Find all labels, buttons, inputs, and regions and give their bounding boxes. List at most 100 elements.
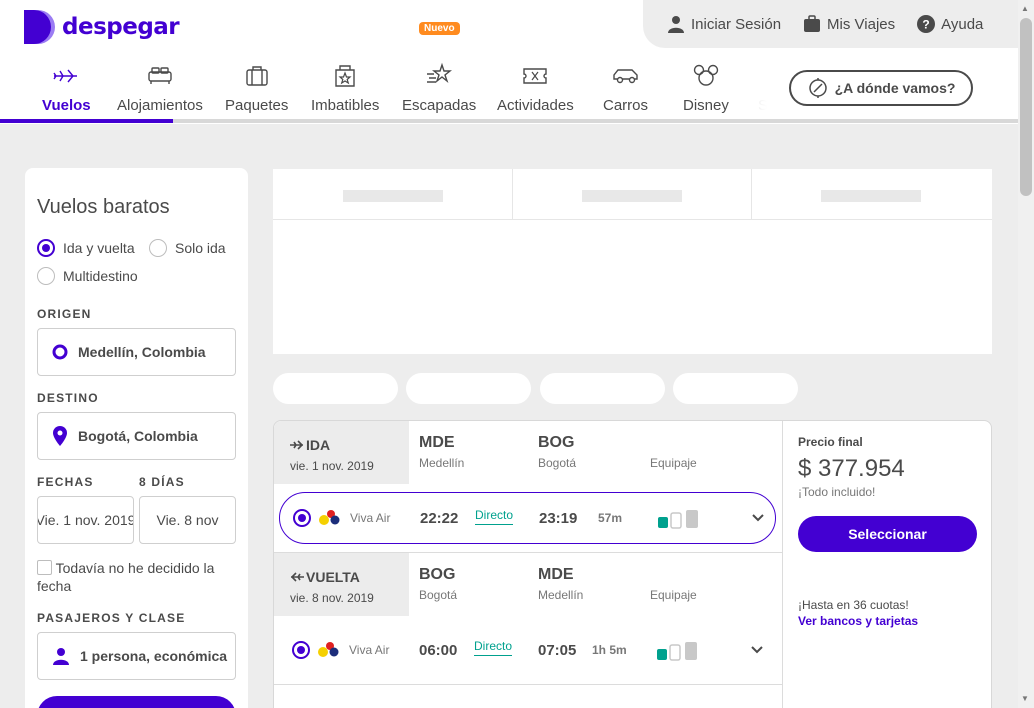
nav-label: Actividades: [497, 97, 574, 114]
banks-link[interactable]: Ver bancos y tarjetas: [798, 614, 991, 628]
search-title: Vuelos baratos: [37, 196, 170, 218]
undecided-checkbox[interactable]: [37, 560, 52, 575]
tag-icon: [335, 65, 355, 87]
trip-type-label: Ida y vuelta: [63, 240, 135, 256]
inbound-title: VUELTA: [306, 569, 360, 585]
nav-active-indicator: [0, 119, 173, 123]
destination-field[interactable]: Bogotá, Colombia: [37, 412, 236, 460]
price-label: Precio final: [798, 435, 863, 449]
search-panel: Vuelos baratos Ida y vuelta Solo ida Mul…: [25, 168, 248, 708]
nav-label: Alojamientos: [117, 97, 203, 114]
chevron-down-icon[interactable]: [751, 646, 763, 654]
placeholder-tab: [513, 169, 752, 220]
my-trips-label: Mis Viajes: [827, 15, 896, 33]
svg-text:?: ?: [922, 18, 929, 32]
nav-item-alojamientos[interactable]: Alojamientos: [117, 60, 203, 114]
outbound-header: IDA vie. 1 nov. 2019: [274, 421, 409, 484]
undecided-row[interactable]: Todavía no he decidido la fecha: [37, 559, 237, 595]
plane-icon: [53, 69, 78, 83]
nav-item-imbatibles[interactable]: Imbatibles: [311, 60, 379, 114]
nav-item-actividades[interactable]: Actividades: [497, 60, 574, 114]
my-trips-link[interactable]: Mis Viajes: [803, 15, 895, 33]
price-value: $ 377.954: [798, 455, 905, 482]
date-from-field[interactable]: Vie. 1 nov. 2019: [37, 496, 134, 544]
date-to-value: Vie. 8 nov: [156, 512, 219, 528]
outbound-from-city: Medellín: [419, 456, 465, 470]
loading-placeholder-card: [273, 169, 992, 354]
placeholder-filter-pill: [673, 373, 798, 404]
inbound-baggage-label: Equipaje: [650, 588, 697, 602]
baggage-icons: [657, 642, 697, 661]
nav-item-vuelos[interactable]: Vuelos: [42, 60, 91, 114]
destination-value: Bogotá, Colombia: [78, 428, 198, 444]
placeholder-tab: [752, 169, 992, 220]
radio-selected[interactable]: [37, 239, 55, 257]
scroll-up-arrow-icon[interactable]: ▲: [1021, 4, 1029, 13]
select-button[interactable]: Seleccionar: [798, 516, 977, 552]
brand-name: despegar: [62, 14, 180, 40]
where-to-button[interactable]: ¿A dónde vamos?: [789, 70, 973, 106]
days-label: 8 DÍAS: [139, 475, 185, 489]
airline-logo-icon: [319, 510, 340, 525]
radio[interactable]: [149, 239, 167, 257]
date-from-value: Vie. 1 nov. 2019: [37, 512, 134, 528]
help-link[interactable]: ? Ayuda: [917, 15, 983, 33]
nav-item-escapadas[interactable]: Escapadas: [402, 60, 476, 114]
inbound-from-city: Bogotá: [419, 588, 458, 602]
new-badge: Nuevo: [419, 22, 460, 35]
nav-item-paquetes[interactable]: Paquetes: [225, 60, 288, 114]
where-to-label: ¿A dónde vamos?: [834, 80, 956, 96]
trip-type-multi[interactable]: Multidestino: [37, 267, 138, 285]
airline-logo-icon: [318, 642, 339, 657]
nav-item-disney[interactable]: Disney: [683, 60, 729, 114]
scroll-down-arrow-icon[interactable]: ▼: [1021, 694, 1029, 703]
inbound-header: VUELTA vie. 8 nov. 2019: [274, 553, 409, 616]
trip-type-oneway[interactable]: Solo ida: [149, 239, 226, 257]
flight-radio-selected[interactable]: [293, 509, 311, 527]
origin-label: ORIGEN: [37, 307, 92, 321]
origin-circle-icon: [52, 344, 68, 360]
trip-type-label: Multidestino: [63, 268, 138, 284]
luggage-icon: [804, 15, 821, 32]
inbound-to-city: Medellín: [538, 588, 584, 602]
flight-result-card: IDA vie. 1 nov. 2019 MDE Medellín BOG Bo…: [273, 420, 992, 708]
nav-label: Carros: [603, 97, 649, 114]
flight-duration: 1h 5m: [592, 643, 627, 657]
outbound-date: vie. 1 nov. 2019: [290, 459, 374, 473]
return-plane-icon: [290, 572, 304, 582]
airline-name: Viva Air: [350, 511, 391, 525]
passengers-field[interactable]: 1 persona, económica: [37, 632, 236, 680]
nav-item-carros[interactable]: Carros: [603, 60, 648, 114]
trip-type-roundtrip[interactable]: Ida y vuelta: [37, 239, 135, 257]
flight-type: Directo: [475, 508, 514, 525]
chevron-down-icon[interactable]: [752, 514, 764, 522]
search-button[interactable]: [37, 696, 236, 708]
trip-type-label: Solo ida: [175, 240, 226, 256]
installments-text: ¡Hasta en 36 cuotas!: [798, 598, 909, 612]
flight-type: Directo: [474, 639, 513, 656]
scrollbar-thumb[interactable]: [1020, 18, 1032, 196]
arrival-time: 07:05: [538, 641, 577, 659]
help-label: Ayuda: [941, 15, 984, 33]
price-panel: Precio final $ 377.954 ¡Todo incluido! S…: [782, 421, 991, 708]
placeholder-bar: [821, 190, 921, 202]
ticket-icon: [523, 68, 548, 84]
user-icon: [668, 16, 684, 33]
mickey-icon: [693, 64, 719, 86]
dates-label: FECHAS: [37, 475, 94, 489]
outbound-flight-option[interactable]: Viva Air 22:22 Directo 23:19 57m: [279, 492, 776, 544]
origin-field[interactable]: Medellín, Colombia: [37, 328, 236, 376]
date-to-field[interactable]: Vie. 8 nov: [139, 496, 236, 544]
radio[interactable]: [37, 267, 55, 285]
destination-label: DESTINO: [37, 391, 99, 405]
inbound-flight-option[interactable]: Viva Air 06:00 Directo 07:05 1h 5m: [279, 624, 776, 676]
placeholder-tab: [273, 169, 513, 220]
login-link[interactable]: Iniciar Sesión: [667, 15, 781, 33]
inbound-to-code: MDE: [538, 566, 574, 583]
outbound-title: IDA: [306, 437, 331, 453]
outbound-to-code: BOG: [538, 434, 575, 451]
flight-radio-selected[interactable]: [292, 641, 310, 659]
nav-label: Paquetes: [225, 97, 289, 114]
login-label: Iniciar Sesión: [691, 15, 782, 33]
brand-logo[interactable]: despegar: [24, 10, 180, 44]
